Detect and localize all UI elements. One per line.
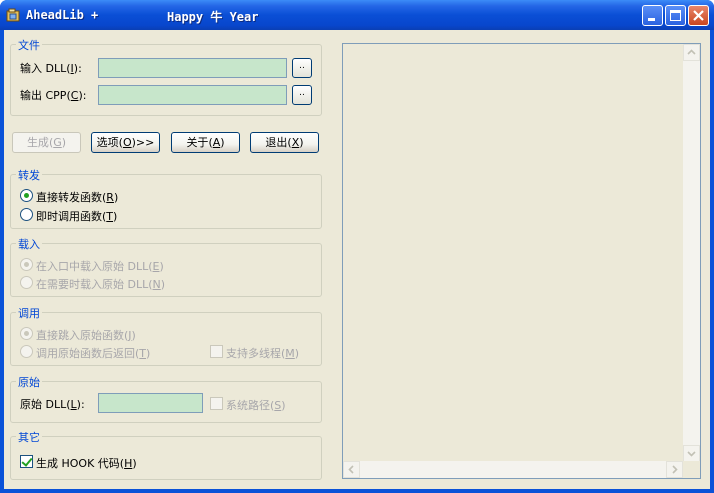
input-dll-label: 输入 DLL(I):	[20, 62, 82, 75]
scroll-down-button[interactable]	[683, 445, 700, 462]
load-at-entry-label[interactable]: 在入口中载入原始 DLL(E)	[36, 258, 164, 274]
minimize-icon	[648, 18, 655, 21]
browse-output-cpp-button[interactable]: ..	[292, 85, 312, 105]
multithread-checkbox[interactable]	[210, 345, 223, 358]
scroll-right-button[interactable]	[666, 461, 683, 478]
original-dll-field[interactable]	[98, 393, 203, 413]
jump-original-label[interactable]: 直接跳入原始函数(J)	[36, 327, 136, 343]
file-group: 文件	[10, 37, 322, 116]
direct-forward-label[interactable]: 直接转发函数(R)	[36, 189, 118, 205]
instant-call-label[interactable]: 即时调用函数(T)	[36, 208, 117, 224]
options-button[interactable]: 选项(O)>>	[91, 132, 160, 153]
chevron-down-icon	[687, 451, 696, 457]
call-and-return-radio[interactable]	[20, 345, 33, 358]
scroll-left-button[interactable]	[343, 461, 360, 478]
instant-call-radio[interactable]	[20, 208, 33, 221]
generate-button[interactable]: 生成(G)	[12, 132, 81, 153]
output-cpp-label: 输出 CPP(C):	[20, 89, 87, 102]
load-at-entry-radio[interactable]	[20, 258, 33, 271]
generate-hook-label[interactable]: 生成 HOOK 代码(H)	[36, 455, 137, 471]
maximize-button[interactable]	[665, 5, 686, 26]
browse-input-dll-button[interactable]: ..	[292, 58, 312, 78]
output-cpp-field[interactable]	[98, 85, 287, 105]
jump-original-radio[interactable]	[20, 327, 33, 340]
scrollbar-corner	[683, 461, 700, 478]
original-group-title: 原始	[16, 374, 42, 390]
close-icon	[693, 10, 704, 21]
close-button[interactable]	[688, 5, 709, 26]
generate-hook-checkbox[interactable]	[20, 455, 33, 468]
app-window: AheadLib + Happy 牛 Year 文件 输入 DLL(I): ..…	[0, 0, 714, 493]
vertical-scrollbar[interactable]	[683, 44, 700, 462]
maximize-icon	[670, 10, 681, 21]
window-subtitle: Happy 牛 Year	[167, 10, 259, 24]
title-bar[interactable]: AheadLib + Happy 牛 Year	[0, 0, 714, 30]
output-text-area[interactable]	[342, 43, 701, 479]
exit-button[interactable]: 退出(X)	[250, 132, 319, 153]
load-on-demand-radio[interactable]	[20, 276, 33, 289]
other-group-title: 其它	[16, 429, 42, 445]
multithread-label[interactable]: 支持多线程(M)	[226, 345, 299, 361]
client-area: 文件 输入 DLL(I): .. 输出 CPP(C): .. 生成(G) 选项(…	[4, 30, 710, 489]
load-group-title: 载入	[16, 236, 42, 252]
chevron-up-icon	[687, 49, 696, 55]
direct-forward-radio[interactable]	[20, 189, 33, 202]
minimize-button[interactable]	[642, 5, 663, 26]
system-path-label[interactable]: 系统路径(S)	[226, 397, 286, 413]
scroll-up-button[interactable]	[683, 44, 700, 61]
input-dll-field[interactable]	[98, 58, 287, 78]
forward-group-title: 转发	[16, 167, 42, 183]
window-title: AheadLib +	[26, 8, 99, 22]
chevron-right-icon	[672, 465, 678, 474]
system-path-checkbox[interactable]	[210, 397, 223, 410]
load-on-demand-label[interactable]: 在需要时载入原始 DLL(N)	[36, 276, 165, 292]
file-group-title: 文件	[16, 37, 42, 53]
call-and-return-label[interactable]: 调用原始函数后返回(T)	[36, 345, 150, 361]
original-dll-label: 原始 DLL(L):	[20, 398, 85, 411]
about-button[interactable]: 关于(A)	[171, 132, 240, 153]
call-group-title: 调用	[16, 305, 42, 321]
horizontal-scrollbar[interactable]	[343, 461, 683, 478]
chevron-left-icon	[348, 465, 354, 474]
app-icon	[6, 7, 21, 22]
